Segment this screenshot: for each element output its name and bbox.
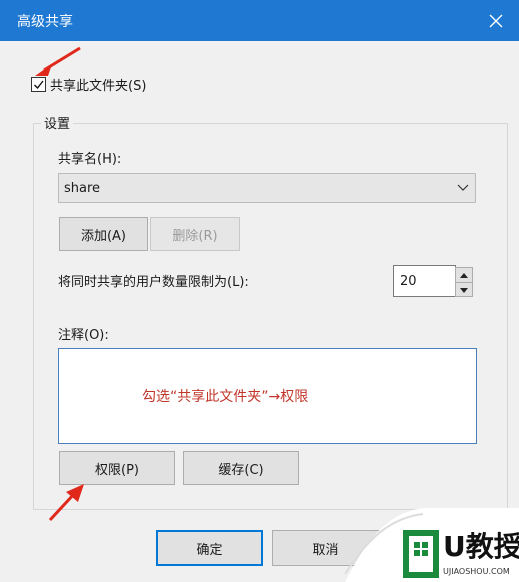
share-name-value: share (64, 181, 101, 196)
triangle-down-icon (460, 287, 468, 293)
user-limit-label: 将同时共享的用户数量限制为(L): (58, 275, 249, 290)
caching-button[interactable]: 缓存(C) (183, 451, 299, 485)
close-icon (489, 14, 503, 27)
watermark-brand: U教授 (443, 530, 519, 563)
dialog-titlebar: 高级共享 (0, 0, 519, 41)
share-name-dropdown[interactable]: share (58, 173, 476, 203)
share-name-label: 共享名(H): (58, 152, 122, 167)
add-button[interactable]: 添加(A) (59, 217, 148, 251)
annotation-note: 勾选“共享此文件夹”→权限 (142, 389, 309, 405)
comment-label: 注释(O): (58, 328, 109, 343)
triangle-up-icon (460, 272, 468, 278)
permissions-button[interactable]: 权限(P) (59, 451, 175, 485)
remove-button[interactable]: 删除(R) (150, 217, 240, 251)
user-limit-input[interactable]: 20 (393, 265, 456, 297)
dialog-title: 高级共享 (17, 14, 73, 30)
annotation-arrow-icon (48, 484, 84, 522)
chevron-down-icon (457, 184, 469, 191)
share-folder-label: 共享此文件夹(S) (50, 79, 147, 94)
checkmark-icon (34, 80, 44, 90)
ok-button[interactable]: 确定 (156, 530, 263, 566)
user-limit-spinner[interactable] (455, 267, 473, 297)
close-button[interactable] (473, 0, 519, 41)
watermark-url: UJIAOSHOU.COM (443, 567, 510, 576)
ujiaoshou-watermark-logo: U教授 UJIAOSHOU.COM (345, 508, 519, 582)
share-folder-checkbox-row[interactable]: 共享此文件夹(S) (31, 75, 146, 94)
share-folder-checkbox[interactable] (31, 77, 46, 92)
user-limit-value: 20 (400, 274, 417, 289)
spin-down-button[interactable] (456, 282, 472, 297)
spin-up-button[interactable] (456, 268, 472, 282)
settings-group-label: 设置 (41, 113, 74, 132)
